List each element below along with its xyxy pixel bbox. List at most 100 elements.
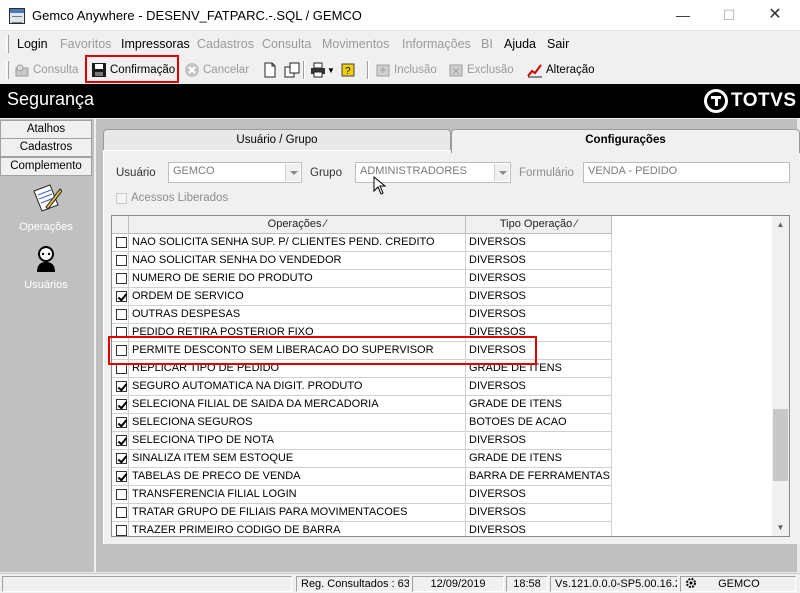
title-bar: Gemco Anywhere - DESENV_FATPARC.-.SQL / … — [0, 0, 800, 31]
acessos-liberados-checkbox[interactable] — [116, 193, 127, 204]
row-checkbox[interactable] — [116, 237, 127, 248]
inclusao-button[interactable]: Inclusão — [375, 59, 437, 81]
table-row[interactable]: SINALIZA ITEM SEM ESTOQUE GRADE DE ITENS — [112, 450, 772, 468]
scroll-down-icon[interactable]: ▼ — [772, 519, 789, 536]
row-checkbox[interactable] — [116, 399, 127, 410]
table-row[interactable]: TABELAS DE PRECO DE VENDA BARRA DE FERRAM… — [112, 468, 772, 486]
menu-movimentos[interactable]: Movimentos — [322, 37, 389, 51]
menu-sair[interactable]: Sair — [547, 37, 569, 51]
row-checkbox[interactable] — [116, 381, 127, 392]
alteracao-button[interactable]: Alteração — [527, 59, 595, 81]
exclusao-icon — [448, 62, 464, 78]
table-row[interactable]: SEGURO AUTOMATICA NA DIGIT. PRODUTO DIVER… — [112, 378, 772, 396]
menu-ajuda[interactable]: Ajuda — [504, 37, 536, 51]
row-checkbox[interactable] — [116, 273, 127, 284]
table-row[interactable]: TRANSFERENCIA FILIAL LOGIN DIVERSOS — [112, 486, 772, 504]
menu-bi[interactable]: BI — [481, 37, 493, 51]
menu-consulta[interactable]: Consulta — [262, 37, 311, 51]
table-row[interactable]: SELECIONA FILIAL DE SAIDA DA MERCADORIA G… — [112, 396, 772, 414]
row-checkbox[interactable] — [116, 417, 127, 428]
row-checkbox[interactable] — [116, 309, 127, 320]
cancelar-label: Cancelar — [203, 64, 250, 76]
grid-header-tipo-operacao[interactable]: Tipo Operação ⁄ — [466, 216, 612, 234]
cancel-icon — [184, 62, 200, 78]
sidebar-tab-cadastros[interactable]: Cadastros — [0, 138, 92, 157]
status-time: 18:58 — [506, 576, 548, 592]
alteracao-icon — [527, 62, 543, 78]
new-document-button[interactable] — [262, 59, 281, 81]
close-icon[interactable]: ✕ — [752, 0, 798, 31]
row-check-cell — [112, 486, 129, 504]
table-row[interactable]: NUMERO DE SERIE DO PRODUTO DIVERSOS — [112, 270, 772, 288]
print-button[interactable]: ▼ — [310, 59, 335, 81]
table-row[interactable]: TRAZER PRIMEIRO CODIGO DE BARRA DIVERSOS — [112, 522, 772, 536]
menu-impressoras[interactable]: Impressoras — [121, 37, 190, 51]
sidebar-item-operacoes[interactable]: Operações — [0, 183, 92, 235]
chevron-down-icon[interactable] — [285, 164, 300, 181]
help-icon: ? — [340, 62, 356, 78]
cancelar-button[interactable]: Cancelar — [184, 59, 249, 81]
cell-operacao: SELECIONA FILIAL DE SAIDA DA MERCADORIA — [129, 396, 466, 414]
table-row[interactable]: OUTRAS DESPESAS DIVERSOS — [112, 306, 772, 324]
scroll-up-icon[interactable]: ▲ — [772, 216, 789, 233]
menu-cadastros[interactable]: Cadastros — [197, 37, 254, 51]
cell-operacao: SELECIONA TIPO DE NOTA — [129, 432, 466, 450]
menu-informacoes[interactable]: Informações — [402, 37, 471, 51]
row-checkbox[interactable] — [116, 435, 127, 446]
scroll-thumb[interactable] — [773, 409, 788, 481]
cell-tipo-operacao: DIVERSOS — [466, 522, 612, 536]
table-row[interactable]: SELECIONA SEGUROS BOTOES DE ACAO — [112, 414, 772, 432]
status-reg-consultados: Reg. Consultados : 63 — [296, 576, 410, 592]
row-checkbox[interactable] — [116, 507, 127, 518]
minimize-icon[interactable]: — — [660, 0, 706, 31]
tab-configuracoes[interactable]: Configurações — [451, 129, 800, 153]
table-row[interactable]: SELECIONA TIPO DE NOTA DIVERSOS — [112, 432, 772, 450]
grid-header-check — [112, 216, 129, 234]
grid-scrollbar[interactable]: ▲ ▼ — [772, 216, 789, 536]
copy-document-button[interactable] — [284, 59, 303, 81]
consulta-button[interactable]: Consulta — [14, 59, 78, 81]
menu-favoritos[interactable]: Favoritos — [60, 37, 111, 51]
toolbar-separator — [303, 61, 305, 79]
row-check-cell — [112, 450, 129, 468]
row-checkbox[interactable] — [116, 255, 127, 266]
cell-operacao: TRATAR GRUPO DE FILIAIS PARA MOVIMENTACO… — [129, 504, 466, 522]
cell-operacao: SEGURO AUTOMATICA NA DIGIT. PRODUTO — [129, 378, 466, 396]
cell-tipo-operacao: DIVERSOS — [466, 252, 612, 270]
status-user-label: GEMCO — [718, 578, 760, 590]
row-checkbox[interactable] — [116, 291, 127, 302]
app-icon — [9, 8, 25, 24]
sidebar-item-usuarios[interactable]: Usuários — [0, 243, 92, 295]
cell-operacao: OUTRAS DESPESAS — [129, 306, 466, 324]
exclusao-button[interactable]: Exclusão — [448, 59, 514, 81]
row-checkbox[interactable] — [116, 471, 127, 482]
sidebar-item-label: Usuários — [24, 279, 68, 291]
usuario-select[interactable]: GEMCO — [168, 162, 302, 183]
row-check-cell — [112, 234, 129, 252]
consulta-icon — [14, 62, 30, 78]
chevron-down-icon[interactable] — [494, 164, 509, 181]
formulario-label: Formulário — [519, 167, 574, 179]
row-checkbox[interactable] — [116, 525, 127, 536]
table-row[interactable]: TRATAR GRUPO DE FILIAIS PARA MOVIMENTACO… — [112, 504, 772, 522]
table-row[interactable]: NAO SOLICITA SENHA SUP. P/ CLIENTES PEND… — [112, 234, 772, 252]
sidebar-tab-atalhos[interactable]: Atalhos — [0, 120, 92, 139]
maximize-icon[interactable]: ☐ — [706, 0, 752, 31]
table-row[interactable]: ORDEM DE SERVICO DIVERSOS — [112, 288, 772, 306]
row-checkbox[interactable] — [116, 489, 127, 500]
help-button[interactable]: ? — [340, 59, 359, 81]
notepad-pencil-icon — [33, 184, 62, 212]
sidebar-tab-complemento[interactable]: Complemento — [0, 157, 92, 176]
tab-usuario-grupo[interactable]: Usuário / Grupo — [103, 129, 451, 152]
table-row[interactable]: NAO SOLICITAR SENHA DO VENDEDOR DIVERSOS — [112, 252, 772, 270]
totvs-logo: TOTVS — [731, 90, 797, 111]
alteracao-label: Alteração — [546, 64, 595, 76]
row-checkbox[interactable] — [116, 453, 127, 464]
menu-login[interactable]: Login — [17, 37, 48, 51]
cell-tipo-operacao: DIVERSOS — [466, 306, 612, 324]
status-user: GEMCO — [680, 576, 796, 592]
consulta-label: Consulta — [33, 64, 79, 76]
grid-header-operacoes[interactable]: Operações ⁄ — [129, 216, 466, 234]
cell-tipo-operacao: DIVERSOS — [466, 270, 612, 288]
formulario-field[interactable]: VENDA - PEDIDO — [583, 162, 790, 183]
